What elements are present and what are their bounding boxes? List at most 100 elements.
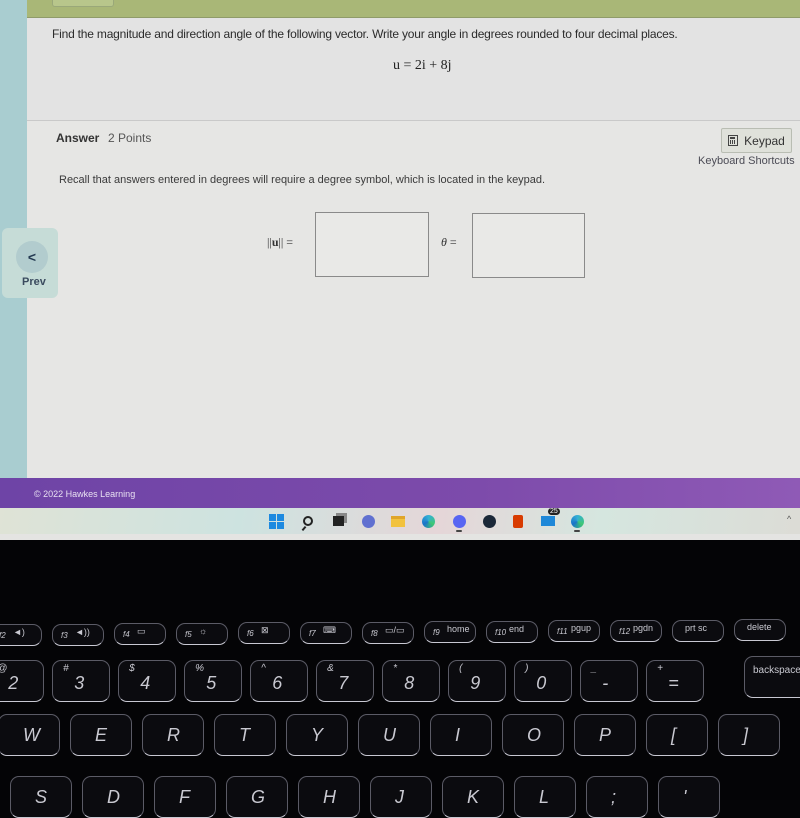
backspace-label: backspace [753,665,800,676]
key-7[interactable]: & 7 [316,660,374,702]
key-J[interactable]: J [370,776,432,818]
keypad-button[interactable]: Keypad [721,128,792,153]
key-fn-action: end [509,623,525,634]
key-main-label: = [668,673,679,693]
key-2[interactable]: @2 [0,660,44,702]
key-5[interactable]: % 5 [184,660,242,702]
key-O[interactable]: O [502,714,564,756]
key--[interactable]: _ - [580,660,638,702]
search-icon[interactable] [300,513,316,529]
key-main-label: 0 [536,673,547,693]
header-tab[interactable] [52,0,114,7]
key-f8[interactable]: f8 ▭/▭ [362,621,414,644]
edge-icon[interactable] [569,513,585,532]
magnitude-input[interactable] [315,212,429,277]
windows-start-icon[interactable] [268,513,284,529]
key-f10[interactable]: f10 end [486,620,538,643]
key-main-label: 5 [206,673,217,693]
keypad-label: Keypad [744,133,785,148]
tray-chevron-icon[interactable]: ^ [787,514,791,524]
key-f3[interactable]: f3 ◄)) [52,623,104,646]
top-header-band [27,0,800,18]
discord-icon[interactable] [451,513,467,532]
key-main-label: J [395,787,404,807]
file-explorer-icon[interactable] [390,513,406,529]
key-shift-label: # [63,663,69,674]
key-main-label: 9 [470,673,481,693]
key-;[interactable]: ; [586,776,648,818]
key-delete[interactable]: delete [734,619,786,642]
key-F[interactable]: F [154,776,216,818]
key-f2[interactable]: f2 ◄) [0,624,42,646]
key-main-label: 6 [272,673,283,693]
question-panel: Find the magnitude and direction angle o… [27,18,800,121]
windows-taskbar: 25 ^ [0,508,800,534]
key-6[interactable]: ^ 6 [250,660,308,702]
key-G[interactable]: G [226,776,288,818]
key-main-label: O [527,725,542,745]
footer-bar: © 2022 Hawkes Learning [0,478,800,508]
chevron-left-icon[interactable]: < [16,241,48,273]
steam-icon[interactable] [481,513,497,529]
keyboard-shortcuts-link[interactable]: Keyboard Shortcuts [698,155,795,167]
key-W[interactable]: W [0,714,60,756]
key-3[interactable]: #3 [52,660,110,702]
key-fn-action: ⌨ [323,625,336,635]
key-shift-label: ) [525,663,529,674]
office-icon[interactable] [510,513,526,529]
key-f11[interactable]: f11 pgup [548,620,600,643]
key-f4[interactable]: f4 ▭ [114,623,166,646]
theta-label: θ = [441,235,457,250]
key-f6[interactable]: f6 ⊠ [238,622,290,645]
key-I[interactable]: I [430,714,492,756]
key-main-label: G [251,787,266,807]
key-fn-action: pgup [571,623,592,634]
key-shift-label: _ [591,663,597,674]
key-shift-label: + [657,663,663,674]
calculator-icon [728,135,739,146]
key-4[interactable]: $4 [118,660,176,702]
teams-meet-icon[interactable] [360,513,376,529]
key-U[interactable]: U [358,714,420,756]
key-=[interactable]: + = [646,660,704,702]
key-D[interactable]: D [82,776,144,818]
key-shift-label: @ [0,663,7,674]
key-f7[interactable]: f7 ⌨ [300,622,352,644]
key-K[interactable]: K [442,776,504,818]
key-E[interactable]: E [70,714,132,756]
key-H[interactable]: H [298,776,360,818]
key-T[interactable]: T [214,714,276,756]
key-main-label: 4 [140,673,151,693]
key-backspace[interactable]: backspace [744,656,800,698]
key-f9[interactable]: f9 home [424,621,476,644]
angle-input[interactable] [472,213,585,278]
key-fn-action: delete [747,622,772,633]
key-f12[interactable]: f12 pgdn [610,620,662,642]
key-main-label: [ [671,725,677,745]
prev-label[interactable]: Prev [22,276,46,288]
key-S[interactable]: S [10,776,72,818]
key-main-label: I [455,725,461,745]
key-P[interactable]: P [574,714,636,756]
key-f5[interactable]: f5 ☼ [176,622,228,645]
key-R[interactable]: R [142,714,204,756]
key-9[interactable]: (9 [448,660,506,702]
key-fn-action: ☼ [199,625,208,636]
mail-icon[interactable]: 25 [540,508,560,529]
key-main-label: 2 [8,673,19,693]
key-fn-label: f6 [247,629,254,639]
prev-nav[interactable]: < Prev [2,228,58,298]
key-fn-label: f10 [495,627,507,637]
task-view-icon[interactable] [330,513,346,529]
key-shift-label: % [195,663,204,674]
physical-keyboard: f2◄)f3◄))f4▭f5☼f6⊠f7⌨f8▭/▭f9homef10endf1… [0,540,800,818]
key-[[interactable]: [ [646,714,708,756]
key-8[interactable]: * 8 [382,660,440,702]
key-prt-sc[interactable]: prt sc [672,619,724,642]
key-][interactable]: ] [718,714,780,756]
edge-icon[interactable] [420,513,436,529]
key-'[interactable]: ' [658,776,720,818]
key-0[interactable]: ) 0 [514,660,572,702]
key-Y[interactable]: Y [286,714,348,756]
key-L[interactable]: L [514,776,576,818]
